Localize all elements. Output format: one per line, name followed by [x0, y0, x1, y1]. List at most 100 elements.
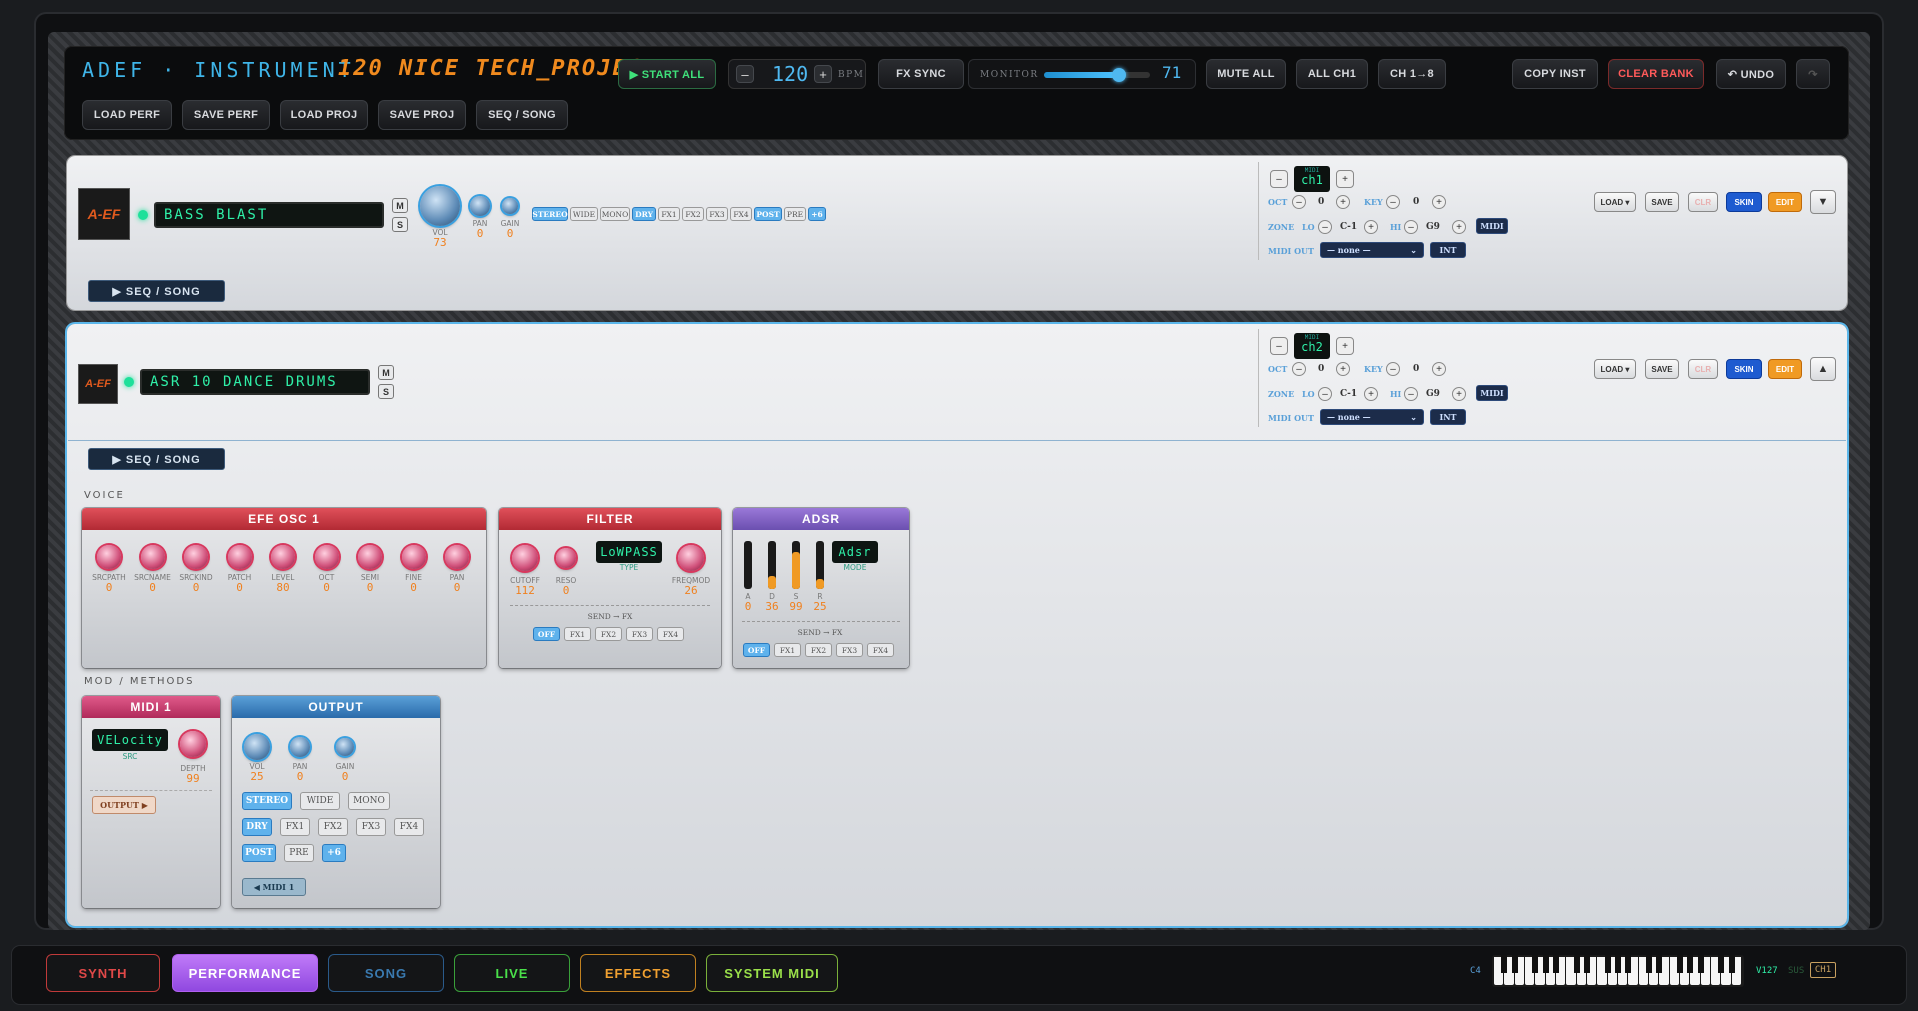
filter-send-fx4[interactable]: FX4: [657, 627, 684, 641]
channel-1-chip-fx1[interactable]: FX1: [658, 207, 680, 221]
channel-2-zone-hi-decrease[interactable]: –: [1404, 387, 1418, 401]
output-fx2-chip[interactable]: FX2: [318, 818, 348, 836]
channel-2-key-increase[interactable]: +: [1432, 362, 1446, 376]
adsr-send-fx1[interactable]: FX1: [774, 643, 801, 657]
tab-song[interactable]: SONG: [328, 954, 444, 992]
channel-2-collapse-toggle[interactable]: ▲: [1810, 357, 1836, 381]
adsr-r-fader[interactable]: [816, 541, 824, 589]
osc-oct-knob[interactable]: [314, 545, 339, 569]
tab-synth[interactable]: SYNTH: [46, 954, 160, 992]
adsr-d-fader[interactable]: [768, 541, 776, 589]
all-ch1-button[interactable]: ALL CH1: [1296, 59, 1368, 89]
save-perf-button[interactable]: SAVE PERF: [182, 100, 270, 130]
channel-1-key-increase[interactable]: +: [1432, 195, 1446, 209]
osc-srcpath-knob[interactable]: [97, 545, 121, 569]
filter-type-display[interactable]: LoWPASS: [596, 541, 662, 563]
channel-1-int-button[interactable]: INT: [1430, 242, 1466, 258]
output-post-chip[interactable]: POST: [242, 844, 276, 862]
channel-1-oct-decrease[interactable]: –: [1292, 195, 1306, 209]
piano-black-key[interactable]: [1656, 955, 1663, 973]
channel-1-chip-dry[interactable]: DRY: [632, 207, 656, 221]
piano-black-key[interactable]: [1677, 955, 1683, 973]
piano-black-key[interactable]: [1625, 955, 1632, 973]
channel-2-seq-song-button[interactable]: ▶ SEQ / SONG: [88, 448, 225, 470]
channel-2-name[interactable]: ASR 10 DANCE DRUMS: [140, 369, 370, 395]
tab-live[interactable]: LIVE: [454, 954, 570, 992]
filter-reso-knob[interactable]: [556, 548, 576, 568]
output-fx1-chip[interactable]: FX1: [280, 818, 310, 836]
channel-1-chip-fx2[interactable]: FX2: [682, 207, 704, 221]
mute-all-button[interactable]: MUTE ALL: [1206, 59, 1286, 89]
adsr-send-fx3[interactable]: FX3: [836, 643, 863, 657]
osc-pan-knob[interactable]: [445, 545, 469, 569]
piano-black-key[interactable]: [1501, 955, 1508, 973]
piano-black-key[interactable]: [1553, 955, 1559, 973]
channel-1-zone-lo-decrease[interactable]: –: [1318, 220, 1332, 234]
mod-depth-knob[interactable]: [180, 731, 206, 757]
osc-semi-knob[interactable]: [358, 545, 382, 569]
piano-black-key[interactable]: [1718, 955, 1725, 973]
channel-1-midi-button[interactable]: MIDI: [1476, 218, 1508, 234]
channel-2-oct-increase[interactable]: +: [1336, 362, 1350, 376]
piano-black-key[interactable]: [1728, 955, 1735, 973]
monitor-slider[interactable]: [1044, 68, 1150, 82]
adsr-s-fader[interactable]: [792, 541, 800, 589]
output-dry-chip[interactable]: DRY: [242, 818, 272, 836]
tab-performance[interactable]: PERFORMANCE: [172, 954, 318, 992]
fx-sync-button[interactable]: FX SYNC: [878, 59, 964, 89]
channel-1-midi-ch-decrease[interactable]: –: [1270, 170, 1288, 188]
channel-2-save-button[interactable]: SAVE: [1645, 359, 1679, 379]
filter-send-off[interactable]: OFF: [533, 627, 560, 641]
channel-1-seq-song-button[interactable]: ▶ SEQ / SONG: [88, 280, 225, 302]
channel-1-edit-button[interactable]: EDIT: [1768, 192, 1802, 212]
channel-2-midi-out-select[interactable]: — none — ⌄: [1320, 409, 1424, 425]
channel-1-gain-knob[interactable]: [502, 198, 518, 214]
output-fx4-chip[interactable]: FX4: [394, 818, 424, 836]
piano-black-key[interactable]: [1646, 955, 1652, 973]
output-mono-chip[interactable]: MONO: [348, 792, 390, 810]
save-proj-button[interactable]: SAVE PROJ: [378, 100, 466, 130]
load-perf-button[interactable]: LOAD PERF: [82, 100, 172, 130]
output-fx3-chip[interactable]: FX3: [356, 818, 386, 836]
mod-output-button[interactable]: OUTPUT ▶: [92, 796, 156, 814]
channel-2-midi-button[interactable]: MIDI: [1476, 385, 1508, 401]
osc-srcname-knob[interactable]: [140, 545, 165, 569]
tab-effects[interactable]: EFFECTS: [580, 954, 696, 992]
adsr-a-fader[interactable]: [744, 541, 752, 589]
channel-1-mute-button[interactable]: M: [392, 198, 408, 213]
ch-range-button[interactable]: CH 1→8: [1378, 59, 1446, 89]
channel-2-skin-button[interactable]: SKIN: [1726, 359, 1762, 379]
channel-1-load-button[interactable]: LOAD ▾: [1594, 192, 1636, 212]
footer-channel[interactable]: CH1: [1810, 962, 1836, 978]
channel-1-midi-ch-increase[interactable]: +: [1336, 170, 1354, 188]
adsr-send-fx2[interactable]: FX2: [805, 643, 832, 657]
channel-2-clear-button[interactable]: CLR: [1688, 359, 1718, 379]
bpm-increase-button[interactable]: +: [814, 65, 832, 83]
osc-patch-knob[interactable]: [227, 545, 252, 569]
channel-1-pan-knob[interactable]: [470, 196, 490, 216]
osc-level-knob[interactable]: [271, 545, 295, 569]
channel-2-oct-decrease[interactable]: –: [1292, 362, 1306, 376]
channel-2-midi-channel-display[interactable]: MIDI ch2: [1294, 333, 1330, 359]
load-proj-button[interactable]: LOAD PROJ: [280, 100, 368, 130]
channel-1-chip-stereo[interactable]: STEREO: [532, 207, 568, 221]
channel-1-vol-knob[interactable]: [420, 186, 460, 226]
mod-src-display[interactable]: VELocity: [92, 729, 168, 751]
channel-1-solo-button[interactable]: S: [392, 217, 408, 232]
tab-system-midi[interactable]: SYSTEM MIDI: [706, 954, 838, 992]
output-stereo-chip[interactable]: STEREO: [242, 792, 292, 810]
output-back-button[interactable]: ◀ MIDI 1: [242, 878, 306, 896]
piano-black-key[interactable]: [1532, 955, 1539, 973]
channel-1-chip-post[interactable]: POST: [754, 207, 782, 221]
mini-keyboard[interactable]: [1492, 955, 1744, 987]
channel-1-zone-hi-increase[interactable]: +: [1452, 220, 1466, 234]
clear-bank-button[interactable]: CLEAR BANK: [1608, 59, 1704, 89]
redo-button[interactable]: ↷: [1796, 59, 1830, 89]
channel-1-chip-pre[interactable]: PRE: [784, 207, 806, 221]
adsr-mode-display[interactable]: Adsr: [832, 541, 878, 563]
filter-freqmod-knob[interactable]: [678, 545, 704, 571]
channel-1-zone-hi-decrease[interactable]: –: [1404, 220, 1418, 234]
copy-inst-button[interactable]: COPY INST: [1512, 59, 1598, 89]
channel-1-chip-fx3[interactable]: FX3: [706, 207, 728, 221]
channel-2-zone-lo-increase[interactable]: +: [1364, 387, 1378, 401]
